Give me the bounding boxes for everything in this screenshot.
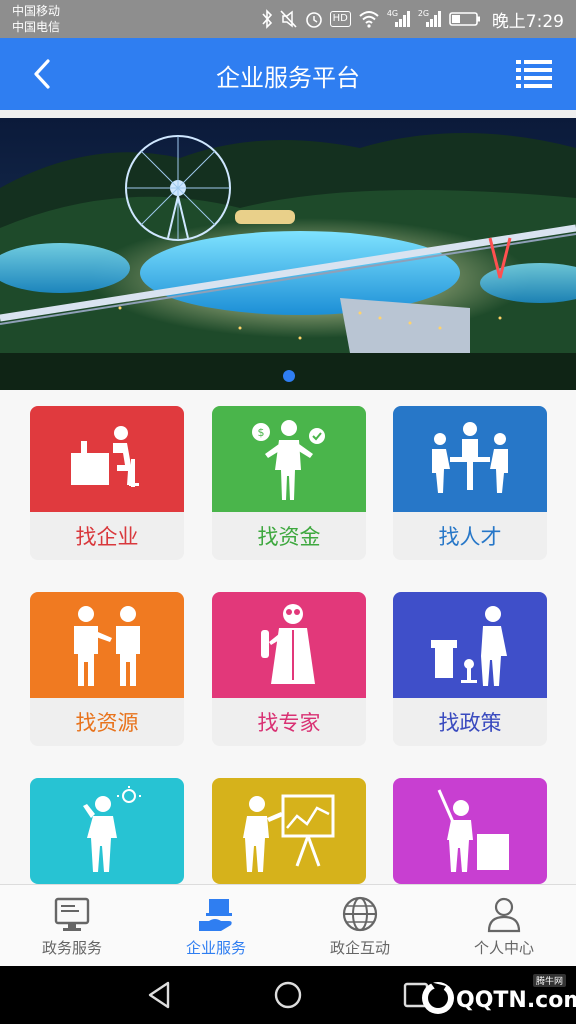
tile-icon-area (393, 778, 547, 884)
globe-icon (342, 896, 378, 932)
person-presenting-chart-icon (243, 794, 335, 872)
service-tile-find-policy[interactable]: 找政策 (393, 592, 547, 746)
service-tile-find-funds[interactable]: $ 找资金 (212, 406, 366, 560)
tile-icon-area (212, 778, 366, 884)
tile-label: 找专家 (212, 698, 366, 746)
banner-carousel[interactable] (0, 118, 576, 390)
monitor-icon (54, 897, 90, 931)
mute-icon (279, 10, 297, 28)
watermark-logo: QQTN.com 腾牛网 (408, 974, 576, 1016)
service-tile-find-expert[interactable]: 找专家 (212, 592, 366, 746)
tab-government-services[interactable]: 政务服务 (0, 885, 144, 966)
person-teaching-board-icon (437, 789, 509, 872)
tab-label: 个人中心 (473, 939, 534, 957)
tile-icon-area (212, 592, 366, 698)
person-at-desk-icon (71, 426, 139, 487)
watermark-text: QQTN.com (456, 988, 576, 1013)
carrier-names: 中国移动 中国电信 (12, 3, 60, 35)
hd-badge: HD (329, 11, 351, 27)
tile-label: 找资源 (30, 698, 184, 746)
page-title: 企业服务平台 (216, 64, 360, 92)
signal-2-icon: 2G (418, 9, 442, 29)
home-circle-icon[interactable] (272, 979, 304, 1011)
signal-1-icon: 4G (387, 9, 411, 29)
hand-laptop-icon (199, 899, 232, 931)
tile-label: 找资金 (212, 512, 366, 560)
tile-icon-area (393, 406, 547, 512)
tile-icon-area (393, 592, 547, 698)
service-tile-7[interactable] (30, 778, 184, 884)
service-tile-find-talent[interactable]: 找人才 (393, 406, 547, 560)
service-grid: 找企业 $ 找资金 找人才 找资源 找专家 找政策 (0, 390, 576, 884)
tile-label: 找政策 (393, 698, 547, 746)
tile-label: 找企业 (30, 512, 184, 560)
tab-gov-enterprise-interaction[interactable]: 政企互动 (288, 885, 432, 966)
banner-image (0, 118, 576, 390)
user-icon (487, 897, 521, 933)
tab-label: 政务服务 (41, 939, 102, 957)
status-icons: HD 4G 2G 晚上7:29 (261, 0, 564, 38)
list-menu-icon[interactable] (516, 58, 552, 90)
service-tile-find-enterprise[interactable]: 找企业 (30, 406, 184, 560)
status-bar: 中国移动 中国电信 HD 4G 2G 晚上7:29 (0, 0, 576, 38)
watermark-sub: 腾牛网 (532, 974, 566, 987)
clock: 晚上7:29 (491, 11, 564, 32)
service-tile-find-resources[interactable]: 找资源 (30, 592, 184, 746)
tab-personal-center[interactable]: 个人中心 (432, 885, 576, 966)
meeting-people-icon (432, 422, 508, 493)
app-header: 企业服务平台 (0, 38, 576, 110)
person-at-podium-icon (431, 606, 507, 686)
service-tile-9[interactable] (393, 778, 547, 884)
alarm-icon (305, 12, 322, 28)
back-triangle-icon[interactable] (144, 979, 176, 1011)
expert-doctor-icon (261, 604, 315, 684)
carousel-indicator-dot[interactable] (283, 370, 295, 382)
service-tile-8[interactable] (212, 778, 366, 884)
bottom-tab-bar: 政务服务 企业服务 政企互动 个人中心 (0, 884, 576, 966)
carrier-2: 中国电信 (12, 20, 61, 34)
two-people-talking-icon (74, 606, 140, 686)
tile-icon-area (30, 778, 184, 884)
bluetooth-icon (261, 9, 272, 29)
tab-label: 企业服务 (185, 939, 246, 957)
tile-icon-area (30, 406, 184, 512)
battery-icon (449, 12, 480, 26)
tile-label: 找人才 (393, 512, 547, 560)
svg-text:$: $ (258, 426, 265, 439)
person-with-money-icon: $ (252, 420, 325, 500)
tab-enterprise-services[interactable]: 企业服务 (144, 885, 288, 966)
carrier-1: 中国移动 (12, 4, 61, 18)
person-with-idea-icon (83, 786, 141, 872)
tile-icon-area: $ (212, 406, 366, 512)
wifi-icon (359, 11, 379, 28)
tab-label: 政企互动 (329, 939, 390, 957)
system-nav-bar: QQTN.com 腾牛网 (0, 966, 576, 1024)
tile-icon-area (30, 592, 184, 698)
